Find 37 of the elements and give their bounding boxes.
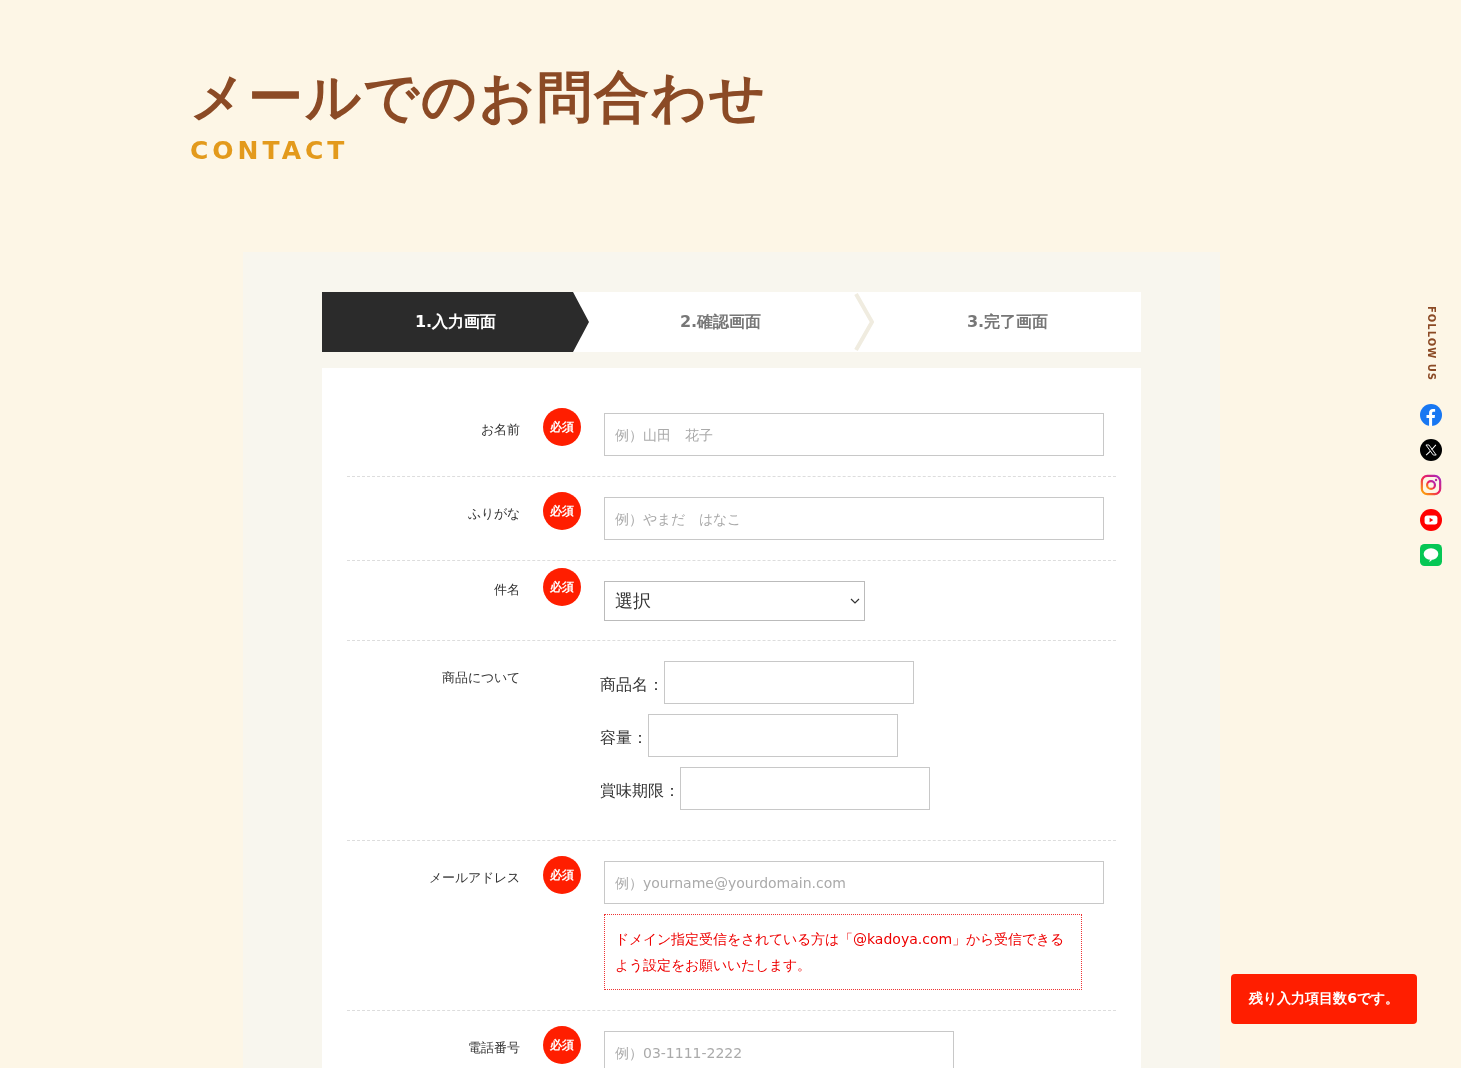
input-field[interactable]: [664, 661, 914, 704]
youtube-icon[interactable]: [1420, 509, 1442, 532]
input-field[interactable]: 例）やまだ はなこ: [604, 497, 1104, 540]
chat-bubble-icon[interactable]: [1420, 544, 1442, 567]
progress-step: 2.確認画面: [587, 292, 854, 352]
required-badge: 必須: [543, 856, 581, 894]
notice-text: ドメイン指定受信をされている方は「@kadoya.com」から受信できるよう設定をお願いいたします。: [604, 914, 1082, 990]
progress-step: 3.完了画面: [874, 292, 1141, 352]
field-label: ふりがな: [468, 506, 520, 521]
input-field[interactable]: 例）山田 花子: [604, 413, 1104, 456]
input-field[interactable]: 例）03-1111-2222: [604, 1031, 954, 1068]
field-label: 商品名：: [600, 673, 664, 696]
field-label: 件名: [494, 582, 520, 597]
field-label: お名前: [481, 422, 520, 437]
required-badge: 必須: [543, 408, 581, 446]
required-badge: 必須: [543, 1026, 581, 1064]
progress-step: 1.入力画面: [322, 292, 589, 352]
instagram-icon[interactable]: [1420, 474, 1442, 497]
field-label: 賞味期限：: [600, 779, 680, 802]
page-subtitle: CONTACT: [190, 136, 349, 165]
facebook-icon[interactable]: [1420, 404, 1442, 427]
field-label: 商品について: [442, 670, 520, 685]
caret-icon: [850, 598, 860, 604]
field-label: 容量：: [600, 726, 648, 749]
chevron-icon: [854, 292, 874, 352]
input-field[interactable]: 例）yourname@yourdomain.com: [604, 861, 1104, 904]
field-label: 電話番号: [468, 1040, 520, 1055]
select-field[interactable]: 選択: [604, 581, 865, 621]
page-title: メールでのお問合わせ: [190, 64, 768, 131]
x-icon[interactable]: [1420, 439, 1442, 462]
follow-label: FOLLOW US: [1425, 306, 1437, 382]
remaining-notice: 残り入力項目数6です。: [1231, 974, 1417, 1024]
required-badge: 必須: [543, 492, 581, 530]
required-badge: 必須: [543, 568, 581, 606]
input-field[interactable]: [648, 714, 898, 757]
field-label: メールアドレス: [429, 870, 520, 885]
input-field[interactable]: [680, 767, 930, 810]
